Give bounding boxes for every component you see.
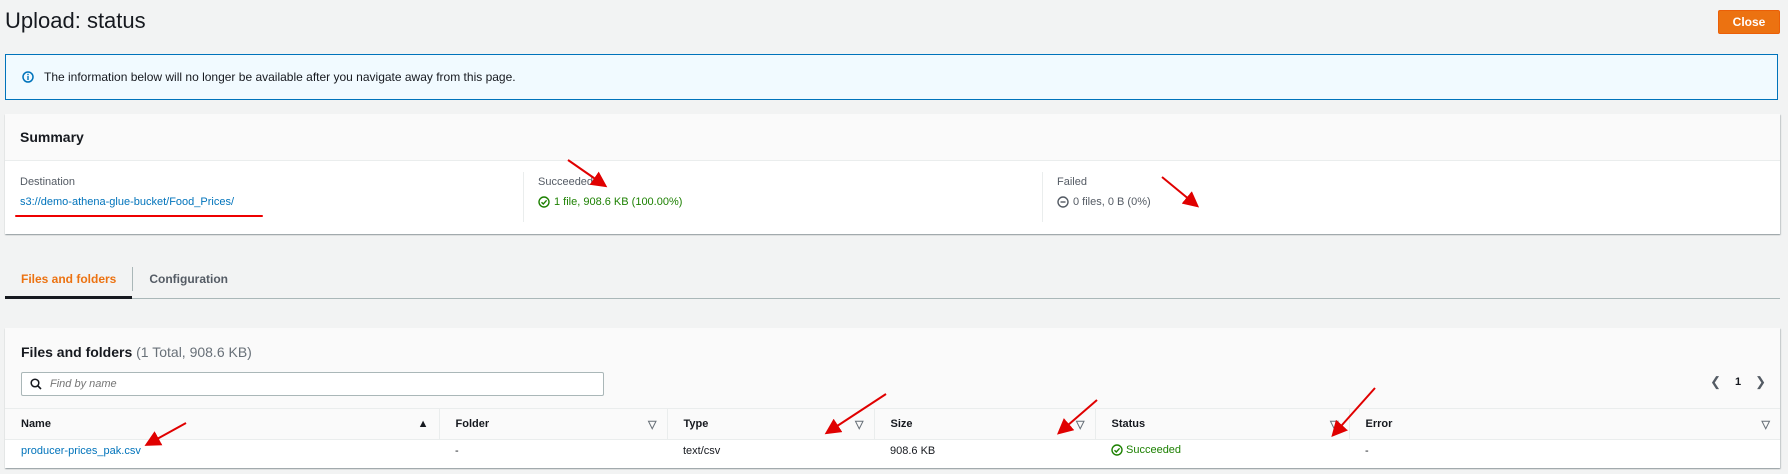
succeeded-section: Succeeded 1 file, 908.6 KB (100.00%) <box>538 176 682 208</box>
close-button[interactable]: Close <box>1718 10 1780 34</box>
divider <box>523 172 524 222</box>
files-title-text: Files and folders <box>21 344 133 360</box>
failed-text: 0 files, 0 B (0%) <box>1073 196 1151 208</box>
tab-bar: Files and folders Configuration <box>5 260 1780 299</box>
search-input[interactable] <box>48 377 572 391</box>
succeeded-value: 1 file, 908.6 KB (100.00%) <box>538 196 682 208</box>
pagination: ❮ 1 ❯ <box>1710 374 1766 390</box>
column-folder-label: Folder <box>455 418 490 430</box>
succeeded-text: 1 file, 908.6 KB (100.00%) <box>554 196 683 208</box>
column-header-error[interactable]: Error ▽ <box>1348 408 1780 440</box>
prev-page-icon[interactable]: ❮ <box>1710 374 1721 390</box>
file-name-link[interactable]: producer-prices_pak.csv <box>21 445 141 457</box>
error-cell: - <box>1365 445 1369 457</box>
files-count: (1 Total, 908.6 KB) <box>136 344 252 360</box>
folder-cell: - <box>455 445 459 457</box>
status-text: Succeeded <box>1126 443 1182 456</box>
destination-label: Destination <box>20 176 76 188</box>
next-page-icon[interactable]: ❯ <box>1755 374 1766 390</box>
column-name-label: Name <box>21 418 51 430</box>
status-badge: Succeeded <box>1111 444 1181 456</box>
summary-panel: Summary Destination s3://demo-athena-glu… <box>5 114 1780 234</box>
sort-icon[interactable]: ▽ <box>1762 418 1770 431</box>
info-banner: The information below will no longer be … <box>5 54 1778 100</box>
failed-section: Failed 0 files, 0 B (0%) <box>1057 176 1151 208</box>
sort-icon[interactable]: ▽ <box>855 418 863 431</box>
table-row: producer-prices_pak.csv - text/csv 908.6… <box>5 440 1780 463</box>
column-status-label: Status <box>1111 418 1146 430</box>
type-cell: text/csv <box>683 445 721 457</box>
success-check-icon <box>538 196 550 208</box>
column-header-status[interactable]: Status ▽ <box>1094 408 1349 440</box>
info-icon <box>22 71 34 83</box>
size-cell: 908.6 KB <box>890 445 936 457</box>
files-header-area <box>5 328 1780 408</box>
failed-minus-icon <box>1057 196 1069 208</box>
info-banner-text: The information below will no longer be … <box>44 70 516 84</box>
sort-icon[interactable]: ▽ <box>1076 418 1084 431</box>
annotation-underline <box>15 215 263 217</box>
status-cell: Succeeded <box>1095 440 1349 463</box>
page-number[interactable]: 1 <box>1735 376 1741 388</box>
tab-files-and-folders[interactable]: Files and folders <box>5 260 133 299</box>
column-size-label: Size <box>890 418 913 430</box>
failed-label: Failed <box>1057 176 1087 188</box>
summary-title: Summary <box>5 114 1780 161</box>
sort-icon[interactable]: ▽ <box>1330 418 1338 431</box>
divider <box>1042 172 1043 222</box>
column-type-label: Type <box>683 418 709 430</box>
page-title: Upload: status <box>5 8 146 33</box>
succeeded-label: Succeeded <box>538 176 594 188</box>
column-header-type[interactable]: Type ▽ <box>666 408 874 440</box>
destination-section: Destination s3://demo-athena-glue-bucket… <box>20 176 234 208</box>
search-icon <box>30 378 42 390</box>
sort-icon[interactable]: ▽ <box>648 418 656 431</box>
tab-configuration[interactable]: Configuration <box>133 260 244 298</box>
sort-ascending-icon[interactable]: ▲ <box>418 418 429 430</box>
success-check-icon <box>1111 443 1123 456</box>
failed-value: 0 files, 0 B (0%) <box>1057 196 1151 208</box>
column-header-name[interactable]: Name ▲ <box>5 408 439 440</box>
column-header-folder[interactable]: Folder ▽ <box>438 408 667 440</box>
search-field[interactable] <box>21 372 604 396</box>
files-title: Files and folders (1 Total, 908.6 KB) <box>21 344 252 360</box>
files-table: Name ▲ Folder ▽ Type ▽ Size ▽ Status ▽ Error ▽… <box>5 408 1780 462</box>
files-panel: Files and folders (1 Total, 908.6 KB) ❮ … <box>5 328 1780 468</box>
destination-link[interactable]: s3://demo-athena-glue-bucket/Food_Prices… <box>20 196 234 208</box>
column-header-size[interactable]: Size ▽ <box>873 408 1095 440</box>
column-error-label: Error <box>1365 418 1393 430</box>
